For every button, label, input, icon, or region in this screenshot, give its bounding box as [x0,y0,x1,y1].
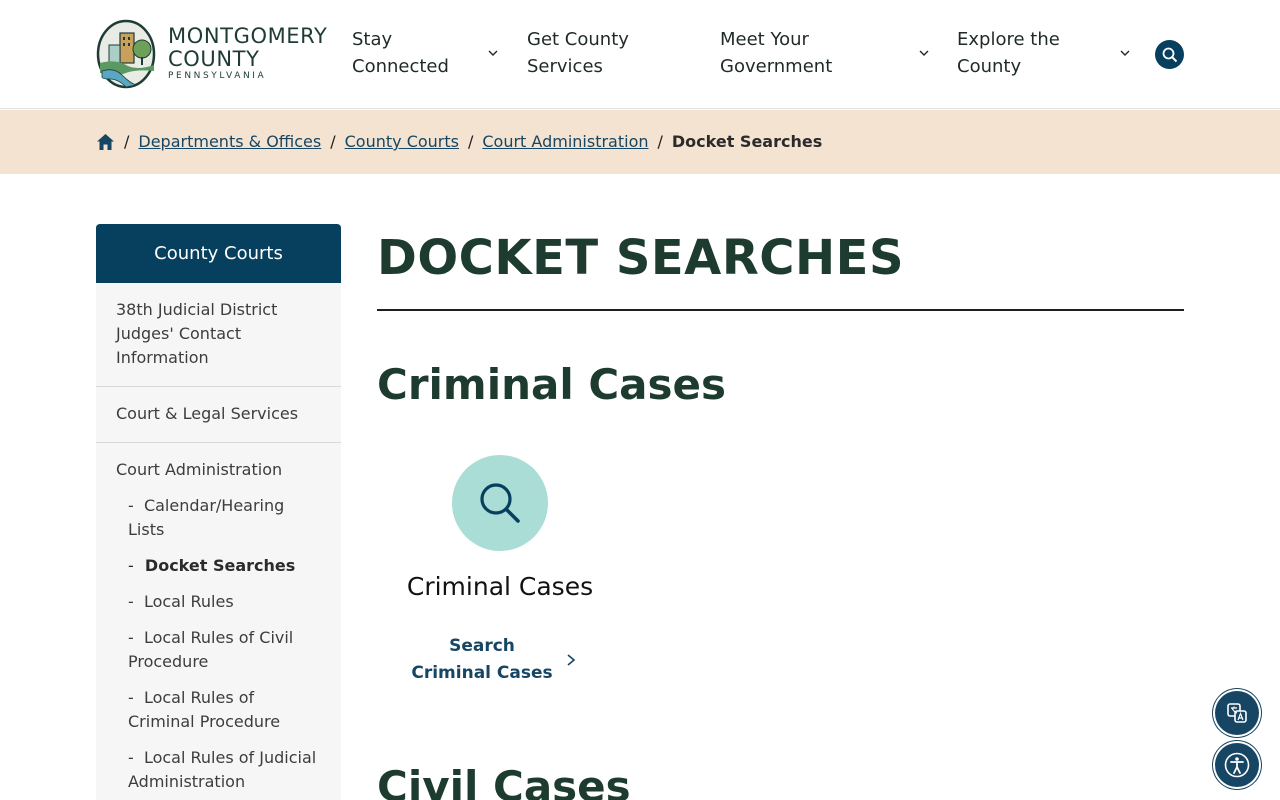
sidebar-heading[interactable]: County Courts [96,224,341,283]
accessibility-icon [1224,752,1250,778]
nav-label-line: Connected [352,56,449,77]
logo-line-2: COUNTY [168,47,260,71]
translate-button[interactable] [1215,691,1259,735]
chevron-right-icon [567,654,576,666]
translate-icon [1227,703,1247,723]
breadcrumb-current: Docket Searches [671,132,823,151]
breadcrumb-separator: / [657,132,663,151]
nav-get-county-services-label: Get County Services [527,26,629,80]
breadcrumb-link-court-administration[interactable]: Court Administration [482,131,648,153]
chevron-down-icon[interactable] [1119,48,1131,58]
nav-label-line: Explore the [957,29,1060,50]
header-search-button[interactable] [1155,40,1184,69]
nav-meet-your-government-label: Meet Your Government [720,26,832,80]
nav-label-line: Services [527,56,603,77]
search-icon [1162,47,1177,62]
page-title: DOCKET SEARCHES [377,230,905,286]
subitem-label: Calendar/Hearing Lists [128,496,285,539]
subitem-label: Local Rules of Civil Procedure [128,628,294,671]
nav-meet-your-government[interactable]: Meet Your Government [720,26,832,80]
nav-label-line: Meet Your [720,29,809,50]
sidebar-subitem-local-rules[interactable]: - Local Rules [96,584,341,620]
accessibility-button[interactable] [1215,743,1259,787]
sidebar-subitem-docket-searches[interactable]: - Docket Searches [96,548,341,584]
sidebar-nav: County Courts 38th Judicial District Jud… [96,224,341,800]
subitem-prefix: - [128,748,134,767]
subitem-label: Local Rules of Criminal Procedure [128,688,281,731]
subitem-label: Local Rules [143,592,234,611]
nav-label-line: Get County [527,29,629,50]
subitem-prefix: - [128,496,134,515]
subitem-label: Docket Searches [144,556,296,575]
breadcrumb: / Departments & Offices / County Courts … [0,110,1280,174]
breadcrumb-separator: / [124,132,130,151]
breadcrumb-separator: / [467,132,474,151]
card-title: Criminal Cases [406,572,594,601]
nav-get-county-services[interactable]: Get County Services [527,26,629,80]
search-criminal-cases-link[interactable]: Search Criminal Cases [397,633,587,687]
sidebar-item-court-legal-services[interactable]: Court & Legal Services [96,387,341,443]
sidebar-item-court-administration[interactable]: Court Administration [96,443,341,488]
sidebar-item-judges-contact[interactable]: 38th Judicial District Judges' Contact I… [96,283,341,387]
nav-stay-connected[interactable]: Stay Connected [352,26,449,80]
sidebar-subitem-local-rules-judicial[interactable]: - Local Rules of Judicial Administration [96,740,341,800]
subitem-label: Local Rules of Judicial Administration [128,748,317,791]
breadcrumb-link-county-courts[interactable]: County Courts [345,131,459,153]
nav-label-line: Stay [352,29,393,50]
search-icon [480,483,520,523]
chevron-down-icon[interactable] [487,48,499,58]
breadcrumb-link-departments[interactable]: Departments & Offices [138,131,321,153]
breadcrumb-separator: / [330,132,336,151]
subitem-prefix: - [128,688,134,707]
chevron-down-icon[interactable] [918,48,930,58]
criminal-cases-card: Criminal Cases Search Criminal Cases [377,455,623,695]
title-divider [377,309,1184,311]
sidebar-subitem-local-rules-civil[interactable]: - Local Rules of Civil Procedure [96,620,341,680]
county-emblem-icon [96,19,156,89]
breadcrumb-trail: / Departments & Offices / County Courts … [96,131,822,153]
site-header: MONTGOMERY COUNTY PENNSYLVANIA Stay Conn… [0,0,1280,109]
nav-stay-connected-label: Stay Connected [352,26,449,80]
subitem-prefix: - [128,592,134,611]
sidebar-subitem-local-rules-criminal[interactable]: - Local Rules of Criminal Procedure [96,680,341,740]
nav-explore-the-county-label: Explore the County [957,26,1060,80]
county-logo[interactable]: MONTGOMERY COUNTY PENNSYLVANIA [96,19,336,91]
subitem-prefix: - [128,556,134,575]
nav-label-line: Government [720,56,833,77]
section-title-criminal-cases: Criminal Cases [377,360,727,409]
logo-line-1: MONTGOMERY [168,24,328,48]
card-icon-circle [452,455,548,551]
nav-label-line: County [957,56,1022,77]
nav-explore-the-county[interactable]: Explore the County [957,26,1060,80]
sidebar-subitem-calendar-hearing-lists[interactable]: - Calendar/Hearing Lists [96,488,341,548]
subitem-prefix: - [128,628,134,647]
section-title-civil-cases: Civil Cases [377,762,631,800]
card-link-label: Search Criminal Cases [411,636,553,683]
home-icon[interactable] [96,133,115,151]
logo-line-3: PENNSYLVANIA [168,71,267,81]
